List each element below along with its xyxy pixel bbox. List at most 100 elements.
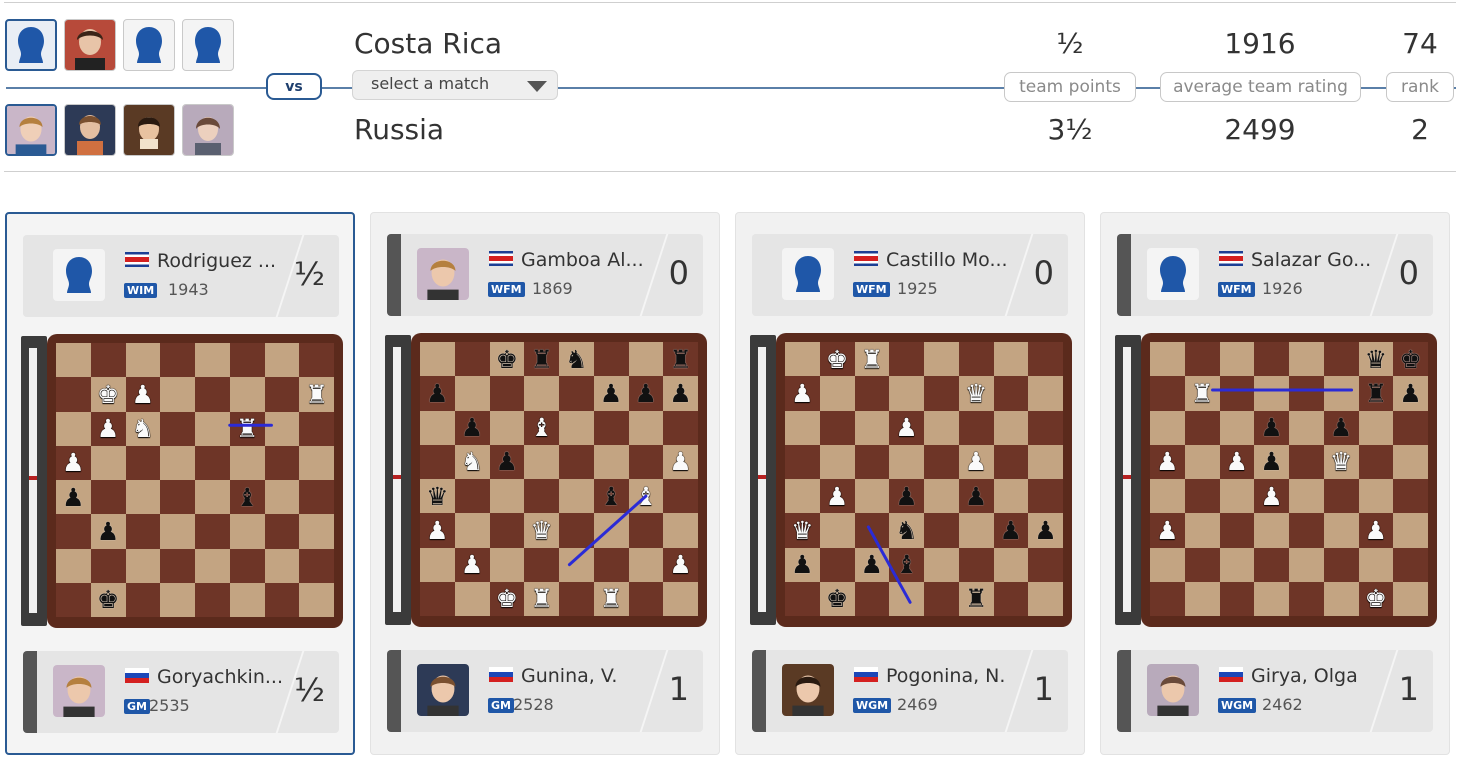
board-square[interactable] (1393, 581, 1428, 616)
board-square[interactable]: ♟ (420, 376, 455, 411)
board-square[interactable]: ♝ (593, 479, 629, 514)
white-bishop-icon[interactable]: ♝ (635, 484, 657, 509)
black-rook-icon[interactable]: ♜ (669, 347, 691, 372)
board-square[interactable]: ♟ (420, 513, 455, 548)
board-square[interactable] (299, 411, 334, 446)
board-square[interactable] (1028, 479, 1063, 514)
black-king-icon[interactable]: ♚ (1399, 347, 1421, 372)
board-square[interactable] (195, 377, 230, 412)
board-square[interactable] (229, 514, 265, 549)
board-square[interactable]: ♚ (90, 377, 126, 412)
board-square[interactable] (924, 376, 959, 411)
board-square[interactable] (1219, 376, 1255, 411)
white-pawn-icon[interactable]: ♟ (62, 450, 84, 475)
white-pawn-icon[interactable]: ♟ (791, 381, 813, 406)
board-square[interactable] (264, 480, 300, 515)
board-panel-4[interactable]: Salazar Go... WFM 1926 0 ♛ ♚ ♜ ♜ ♟ ♟ ♟ ♟ ♟ ♟ ♛ ♟ ♟ ♟ ♚… (1100, 212, 1450, 755)
board-square[interactable] (1358, 547, 1394, 582)
board-square[interactable] (299, 343, 334, 378)
black-pawn-icon[interactable]: ♟ (635, 381, 657, 406)
black-rook-icon[interactable]: ♜ (1365, 381, 1387, 406)
board-square[interactable] (628, 444, 664, 479)
board-square[interactable]: ♜ (229, 411, 265, 446)
board-square[interactable]: ♛ (1323, 444, 1359, 479)
board-square[interactable] (663, 479, 698, 514)
white-pawn-icon[interactable]: ♟ (461, 552, 483, 577)
board-square[interactable] (229, 445, 265, 480)
white-king-icon[interactable]: ♚ (496, 586, 518, 611)
board-square[interactable]: ♟ (663, 376, 698, 411)
board-square[interactable]: ♟ (454, 547, 490, 582)
white-pawn-icon[interactable]: ♟ (669, 552, 691, 577)
board-square[interactable]: ♜ (1358, 376, 1394, 411)
board-square[interactable] (1358, 444, 1394, 479)
team1-player1-avatar[interactable] (5, 19, 57, 71)
team1-player3-avatar[interactable] (123, 19, 175, 71)
board-square[interactable] (489, 479, 525, 514)
white-king-icon[interactable]: ♚ (97, 382, 119, 407)
player-name[interactable]: Pogonina, N. (886, 665, 1005, 687)
board-square[interactable] (1184, 547, 1220, 582)
board-square[interactable]: ♞ (125, 411, 161, 446)
bottom-player-card[interactable]: Goryachkin... GM 2535 ½ (23, 651, 339, 733)
player-name[interactable]: Gunina, V. (521, 665, 617, 687)
board-square[interactable] (1028, 376, 1063, 411)
board-square[interactable] (889, 376, 924, 411)
board-square[interactable]: ♛ (420, 479, 455, 514)
board-square[interactable] (819, 547, 855, 582)
board-square[interactable]: ♟ (785, 376, 820, 411)
board-square[interactable]: ♝ (889, 547, 924, 582)
board-square[interactable] (299, 445, 334, 480)
board-square[interactable] (889, 342, 924, 377)
board-square[interactable] (229, 377, 265, 412)
black-pawn-icon[interactable]: ♟ (426, 381, 448, 406)
board-square[interactable]: ♟ (56, 480, 91, 515)
board-square[interactable] (785, 479, 820, 514)
board-square[interactable] (489, 513, 525, 548)
board-square[interactable] (1150, 479, 1185, 514)
board-square[interactable] (628, 410, 664, 445)
board-square[interactable] (125, 514, 161, 549)
board-square[interactable]: ♜ (854, 342, 890, 377)
board-square[interactable] (264, 548, 300, 583)
board-square[interactable] (160, 445, 195, 480)
white-pawn-icon[interactable]: ♟ (965, 449, 987, 474)
black-rook-icon[interactable]: ♜ (965, 586, 987, 611)
board-square[interactable] (195, 548, 230, 583)
board-square[interactable]: ♟ (1150, 444, 1185, 479)
chess-board[interactable]: ♚ ♟ ♜ ♟ ♞ ♜ ♟ ♟ ♝ ♟ ♚ (56, 343, 334, 617)
board-square[interactable] (1323, 547, 1359, 582)
board-square[interactable] (924, 513, 959, 548)
board-square[interactable] (1358, 410, 1394, 445)
board-square[interactable] (1219, 479, 1255, 514)
white-rook-icon[interactable]: ♜ (861, 347, 883, 372)
board-square[interactable] (160, 377, 195, 412)
board-square[interactable] (819, 410, 855, 445)
board-square[interactable] (160, 582, 195, 617)
white-pawn-icon[interactable]: ♟ (895, 415, 917, 440)
board-square[interactable] (420, 444, 455, 479)
board-square[interactable] (1184, 410, 1220, 445)
white-queen-icon[interactable]: ♛ (791, 518, 813, 543)
board-square[interactable] (663, 581, 698, 616)
black-pawn-icon[interactable]: ♟ (1260, 415, 1282, 440)
board-square[interactable] (1184, 581, 1220, 616)
board-square[interactable] (90, 480, 126, 515)
board-square[interactable] (264, 445, 300, 480)
black-queen-icon[interactable]: ♛ (1365, 347, 1387, 372)
board-square[interactable] (125, 343, 161, 378)
team2-player3-avatar[interactable] (123, 104, 175, 156)
bottom-player-card[interactable]: Girya, Olga WGM 2462 1 (1117, 650, 1433, 732)
black-knight-icon[interactable]: ♞ (895, 518, 917, 543)
board-square[interactable] (195, 514, 230, 549)
board-square[interactable]: ♝ (229, 480, 265, 515)
black-pawn-icon[interactable]: ♟ (496, 449, 518, 474)
board-square[interactable]: ♟ (90, 514, 126, 549)
board-square[interactable] (1393, 479, 1428, 514)
board-square[interactable] (1150, 581, 1185, 616)
board-square[interactable] (559, 479, 594, 514)
board-square[interactable] (1254, 547, 1289, 582)
board-square[interactable] (993, 376, 1029, 411)
board-square[interactable]: ♟ (1219, 444, 1255, 479)
board-square[interactable] (56, 377, 91, 412)
